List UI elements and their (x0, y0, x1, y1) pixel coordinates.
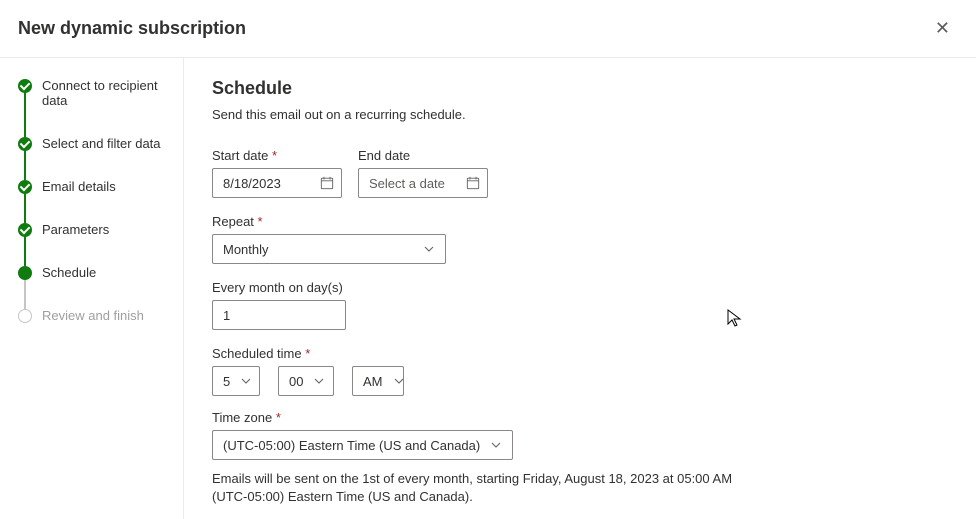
end-date-label: End date (358, 148, 488, 163)
section-title: Schedule (212, 78, 948, 99)
ampm-select[interactable]: AM (352, 366, 404, 396)
step-done-icon (18, 180, 32, 194)
schedule-summary-text: Emails will be sent on the 1st of every … (212, 470, 752, 506)
chevron-down-icon (313, 375, 325, 387)
step-done-icon (18, 137, 32, 151)
timezone-select[interactable]: (UTC-05:00) Eastern Time (US and Canada) (212, 430, 513, 460)
repeat-value: Monthly (223, 242, 269, 257)
timezone-label: Time zone * (212, 410, 513, 425)
section-subtitle: Send this email out on a recurring sched… (212, 107, 948, 122)
wizard-step-label: Select and filter data (42, 136, 161, 179)
chevron-down-icon (423, 243, 435, 255)
wizard-step[interactable]: Review and finish (18, 308, 169, 351)
dialog-title: New dynamic subscription (18, 18, 246, 39)
step-current-icon (18, 266, 32, 280)
repeat-label: Repeat * (212, 214, 446, 229)
close-icon: ✕ (935, 18, 950, 38)
repeat-select[interactable]: Monthly (212, 234, 446, 264)
ampm-value: AM (363, 374, 383, 389)
step-done-icon (18, 79, 32, 93)
step-connector (24, 193, 26, 223)
wizard-step[interactable]: Parameters (18, 222, 169, 265)
scheduled-time-label: Scheduled time * (212, 346, 404, 361)
every-month-days-input[interactable] (212, 300, 346, 330)
wizard-step-label: Parameters (42, 222, 109, 265)
every-month-label: Every month on day(s) (212, 280, 346, 295)
chevron-down-icon (240, 375, 252, 387)
chevron-down-icon (490, 439, 502, 451)
wizard-step-label: Connect to recipient data (42, 78, 169, 136)
wizard-step[interactable]: Connect to recipient data (18, 78, 169, 136)
wizard-step[interactable]: Email details (18, 179, 169, 222)
minute-value: 00 (289, 374, 303, 389)
minute-select[interactable]: 00 (278, 366, 334, 396)
chevron-down-icon (393, 375, 405, 387)
wizard-sidebar: Connect to recipient dataSelect and filt… (0, 58, 184, 519)
wizard-step[interactable]: Schedule (18, 265, 169, 308)
start-date-input[interactable] (212, 168, 342, 198)
wizard-step-label: Review and finish (42, 308, 144, 351)
step-connector (24, 279, 26, 309)
step-connector (24, 236, 26, 266)
step-pending-icon (18, 309, 32, 323)
hour-select[interactable]: 5 (212, 366, 260, 396)
close-button[interactable]: ✕ (927, 14, 958, 43)
end-date-input[interactable] (358, 168, 488, 198)
step-connector (24, 92, 26, 137)
step-connector (24, 150, 26, 180)
timezone-value: (UTC-05:00) Eastern Time (US and Canada) (223, 438, 480, 453)
start-date-label: Start date * (212, 148, 342, 163)
wizard-step-label: Email details (42, 179, 116, 222)
wizard-step-label: Schedule (42, 265, 96, 308)
wizard-step[interactable]: Select and filter data (18, 136, 169, 179)
schedule-form: Schedule Send this email out on a recurr… (184, 58, 976, 519)
hour-value: 5 (223, 374, 230, 389)
step-done-icon (18, 223, 32, 237)
